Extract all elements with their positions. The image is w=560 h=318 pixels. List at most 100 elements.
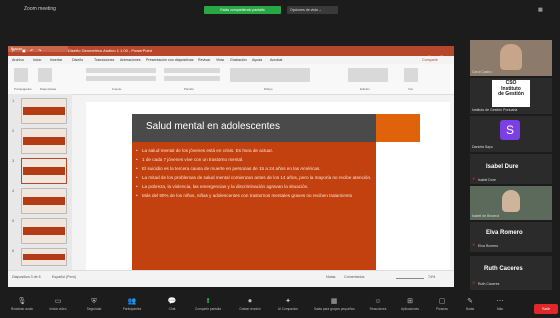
editing-buttons[interactable] (348, 68, 388, 82)
slide-thumbnail[interactable] (21, 188, 67, 214)
chat-button[interactable]: 💬 Chat (152, 296, 192, 311)
menu-diseno[interactable]: Diseño (72, 56, 83, 64)
toolbar-label: Compartir pantalla (194, 307, 222, 311)
menu-grabacion[interactable]: Grabación (230, 56, 247, 64)
participant-name: Ruth Caceres (478, 282, 500, 286)
participant-video-tile[interactable]: Carol Castro (470, 40, 552, 76)
muted-mic-icon: ✕ (472, 242, 476, 247)
alignment-buttons[interactable] (164, 76, 220, 81)
rooms-icon: ▦ (330, 298, 338, 305)
slide-thumbnail-active[interactable] (21, 158, 67, 184)
language-status[interactable]: Español (Perú) (52, 275, 76, 279)
video-icon: ▭ (54, 298, 62, 305)
muted-mic-icon: ✕ (472, 176, 476, 181)
participant-name-tile[interactable]: Elva Romero ✕ Elva Romero (470, 222, 552, 252)
thumb-number: 5 (12, 218, 15, 223)
record-button[interactable]: ⏺ Grabar reunión (230, 296, 270, 311)
share-icon: ⬆ (205, 298, 211, 305)
menu-acrobat[interactable]: Acrobat (270, 56, 282, 64)
group-label-dibujo: Dibujo (264, 87, 273, 91)
dictate-button[interactable] (404, 68, 418, 82)
menu-insertar[interactable]: Insertar (50, 56, 62, 64)
slide-canvas[interactable]: Salud mental en adolescentes La salud me… (86, 102, 450, 270)
group-label-fuente: Fuente (112, 87, 122, 91)
participant-initial-tile[interactable]: S Daniela Sayo (470, 116, 552, 152)
ppt-title-bar: P ▣ ↶ ↷ Diseño Geometrico Andino 1 1.00 … (8, 46, 454, 59)
more-icon: ⋯ (496, 298, 504, 305)
share-button[interactable]: Compartir (422, 56, 438, 64)
participant-name: Daniela Sayo (472, 145, 493, 149)
window-title: Diseño Geometrico Andino 1 1.00 - PowerP… (68, 48, 152, 53)
notes-button[interactable]: Notas (326, 275, 335, 279)
leave-button[interactable]: Salir (534, 304, 558, 314)
toolbar-label: Grabar reunión (239, 307, 261, 311)
toolbar-label: Iniciar video (49, 307, 67, 311)
menu-revisar[interactable]: Revisar (198, 56, 210, 64)
group-label-portapapeles: Portapapeles (14, 87, 32, 91)
thumb-number: 2 (12, 128, 15, 133)
slide-counter: Diapositiva 3 de 6 (12, 275, 41, 279)
slide-bullet: La pobreza, la violencia, las emergencia… (136, 184, 372, 190)
slide-thumbnail[interactable] (21, 98, 67, 124)
paragraph-buttons[interactable] (164, 68, 220, 73)
breakout-rooms-button[interactable]: ▦ Salas para grupos pequeños (314, 296, 355, 311)
toolbar-label: Salas para grupos pequeños (314, 307, 355, 311)
toolbar-label: Seguridad (86, 307, 102, 311)
security-button[interactable]: ⛨ Seguridad (74, 296, 114, 311)
share-status-banner[interactable]: Estás compartiendo pantalla (204, 6, 281, 14)
thumb-number: 4 (12, 188, 15, 193)
slide-title[interactable]: Salud mental en adolescentes (146, 121, 280, 132)
menu-transiciones[interactable]: Transiciones (94, 56, 114, 64)
menu-archivo[interactable]: Archivo (12, 56, 24, 64)
shield-icon: ⛨ (91, 298, 97, 305)
slide-thumbnail[interactable] (21, 128, 67, 154)
participants-button[interactable]: 👥 Participantes (112, 296, 152, 311)
comments-button[interactable]: Comentarios (344, 275, 364, 279)
share-screen-button[interactable]: ⬆ Compartir pantalla (188, 296, 228, 311)
menu-vista[interactable]: Vista (216, 56, 224, 64)
slide-bullet: El suicidio es la tercera causa de muert… (136, 166, 372, 172)
view-options-button[interactable]: Opciones de vista ⌄ (287, 6, 338, 14)
participant-logo-tile[interactable]: CSO Instituto de Gestión Instituto de Gest… (470, 78, 552, 114)
muted-mic-icon: ✕ (472, 280, 476, 285)
font-format-buttons[interactable] (86, 76, 156, 81)
toolbar-label: Más (496, 307, 504, 311)
group-label-diapositivas: Diapositivas (40, 87, 57, 91)
toolbar-label: AI Companion (277, 307, 299, 311)
slide-bullet-list[interactable]: La salud mental de los jóvenes está en c… (136, 148, 372, 203)
participant-name-tile[interactable]: Isabel Dure ✕ Isabel Dure (470, 154, 552, 184)
zoom-level[interactable]: 74% (428, 275, 435, 279)
zoom-slider[interactable] (396, 278, 424, 279)
slide-thumbnail[interactable] (21, 218, 67, 244)
video-button[interactable]: ▭ Iniciar video (38, 296, 78, 311)
ai-companion-icon: ✦ (285, 298, 291, 305)
avatar: S (500, 120, 520, 140)
menu-presentacion[interactable]: Presentación con diapositivas (146, 56, 194, 64)
participant-name-tile[interactable]: Ruth Caceres ✕ Ruth Caceres (470, 256, 552, 290)
participant-video-tile[interactable]: Isabel de Bricerol (470, 186, 552, 220)
paste-button[interactable] (14, 68, 28, 82)
slide-thumbnail[interactable] (21, 248, 67, 266)
participant-name: Carol Castro (472, 70, 492, 74)
font-selector[interactable] (86, 68, 156, 73)
thumb-number: 3 (12, 158, 15, 163)
toolbar-label: Chat (168, 307, 176, 311)
save-icon[interactable]: ▣ (22, 46, 26, 56)
menu-ayuda[interactable]: Ayuda (252, 56, 262, 64)
undo-icon[interactable]: ↶ (30, 46, 33, 56)
participant-name: Isabel de Bricerol (472, 214, 500, 218)
ai-companion-button[interactable]: ✦ AI Companion (268, 296, 308, 311)
group-label-edicion: Edición (360, 87, 370, 91)
search-placeholder: Buscar (11, 47, 22, 51)
participant-name: Elva Romero (478, 244, 499, 248)
drawing-shapes[interactable] (230, 68, 310, 82)
mute-button[interactable]: 🎙 Reactivar audio (2, 296, 42, 311)
grid-view-icon[interactable]: ▦ (538, 7, 543, 13)
mic-icon: 🎙 (17, 298, 27, 305)
group-label-voz: Voz (408, 87, 414, 91)
menu-animaciones[interactable]: Animaciones (120, 56, 141, 64)
more-button[interactable]: ⋯ Más (480, 296, 520, 311)
participant-video (500, 44, 522, 70)
new-slide-button[interactable] (38, 68, 52, 82)
redo-icon[interactable]: ↷ (38, 46, 41, 56)
